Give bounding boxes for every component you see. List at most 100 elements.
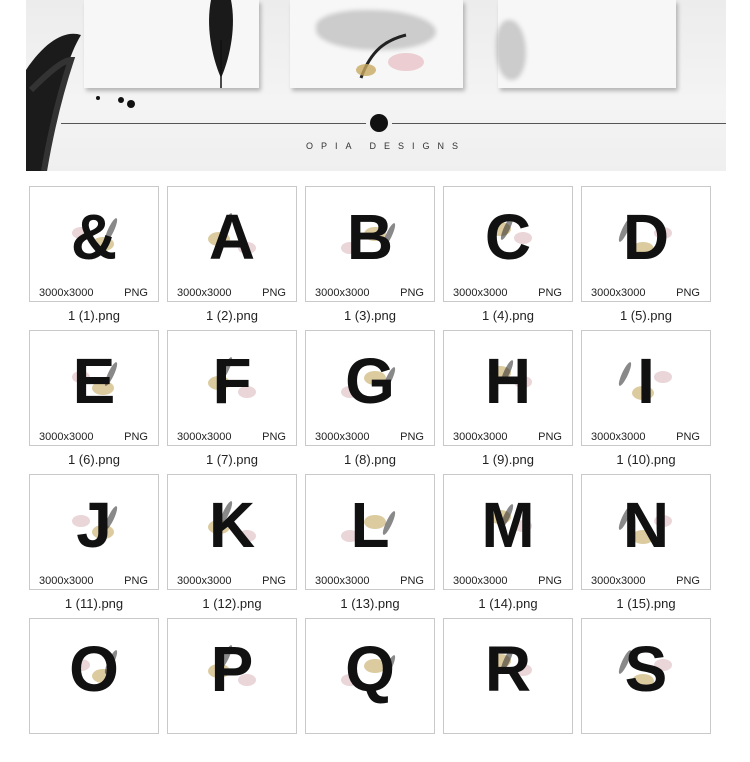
file-thumbnail[interactable]: E 3000x3000 PNG [29,330,159,446]
file-item[interactable]: M 3000x3000 PNG 1 (14).png [443,474,573,618]
file-thumbnail[interactable]: P [167,618,297,734]
file-item[interactable]: B 3000x3000 PNG 1 (3).png [305,186,435,330]
file-item[interactable]: J 3000x3000 PNG 1 (11).png [29,474,159,618]
thumbnail-letter: K [208,489,256,561]
file-thumbnail[interactable]: N 3000x3000 PNG [581,474,711,590]
image-format: PNG [676,575,700,587]
file-name[interactable]: 1 (12).png [167,596,297,611]
file-thumbnail[interactable]: G 3000x3000 PNG [305,330,435,446]
image-format: PNG [400,431,424,443]
image-dimensions: 3000x3000 [39,431,94,443]
image-format: PNG [538,287,562,299]
file-name[interactable]: 1 (4).png [443,308,573,323]
image-dimensions: 3000x3000 [177,287,232,299]
file-name[interactable]: 1 (2).png [167,308,297,323]
file-item[interactable]: N 3000x3000 PNG 1 (15).png [581,474,711,618]
thumbnail-letter: A [208,201,256,273]
thumbnail-letter: B [346,201,394,273]
thumbnail-letter: C [484,201,532,273]
image-format: PNG [538,431,562,443]
file-name[interactable]: 1 (15).png [581,596,711,611]
image-dimensions: 3000x3000 [39,287,94,299]
file-item[interactable]: & 3000x3000 PNG 1 (1).png [29,186,159,330]
thumbnail-letter: L [350,489,390,561]
file-item[interactable]: R [443,618,573,762]
image-dimensions: 3000x3000 [315,431,370,443]
file-item[interactable]: S [581,618,711,762]
image-dimensions: 3000x3000 [315,287,370,299]
file-item[interactable]: A 3000x3000 PNG 1 (2).png [167,186,297,330]
file-name[interactable]: 1 (8).png [305,452,435,467]
file-thumbnail[interactable]: S [581,618,711,734]
file-item[interactable]: E 3000x3000 PNG 1 (6).png [29,330,159,474]
file-thumbnail[interactable]: I 3000x3000 PNG [581,330,711,446]
file-item[interactable]: O [29,618,159,762]
file-name[interactable]: 1 (9).png [443,452,573,467]
thumbnail-letter: N [622,489,670,561]
file-item[interactable]: K 3000x3000 PNG 1 (12).png [167,474,297,618]
thumbnail-letter: H [484,345,532,417]
file-name[interactable]: 1 (1).png [29,308,159,323]
file-thumbnail[interactable]: R [443,618,573,734]
image-dimensions: 3000x3000 [453,431,508,443]
file-thumbnail[interactable]: M 3000x3000 PNG [443,474,573,590]
file-thumbnail[interactable]: B 3000x3000 PNG [305,186,435,302]
banner-divider-left [61,123,366,124]
banner-center-dot [370,114,388,132]
image-format: PNG [676,431,700,443]
file-item[interactable]: H 3000x3000 PNG 1 (9).png [443,330,573,474]
thumbnail-letter: & [70,201,118,273]
file-thumbnail[interactable]: C 3000x3000 PNG [443,186,573,302]
file-item[interactable]: C 3000x3000 PNG 1 (4).png [443,186,573,330]
thumbnail-letter: E [72,345,116,417]
thumbnail-letter: I [637,345,655,417]
thumbnail-letter: Q [345,633,395,705]
file-thumbnail[interactable]: L 3000x3000 PNG [305,474,435,590]
image-dimensions: 3000x3000 [591,575,646,587]
file-thumbnail[interactable]: F 3000x3000 PNG [167,330,297,446]
image-format: PNG [124,431,148,443]
file-thumbnail[interactable]: A 3000x3000 PNG [167,186,297,302]
image-dimensions: 3000x3000 [177,431,232,443]
file-name[interactable]: 1 (6).png [29,452,159,467]
file-item[interactable]: F 3000x3000 PNG 1 (7).png [167,330,297,474]
thumbnail-letter: G [345,345,395,417]
file-thumbnail[interactable]: H 3000x3000 PNG [443,330,573,446]
file-item[interactable]: G 3000x3000 PNG 1 (8).png [305,330,435,474]
file-item[interactable]: D 3000x3000 PNG 1 (5).png [581,186,711,330]
file-thumbnail[interactable]: J 3000x3000 PNG [29,474,159,590]
file-item[interactable]: Q [305,618,435,762]
image-dimensions: 3000x3000 [591,287,646,299]
image-dimensions: 3000x3000 [39,575,94,587]
thumbnail-letter: F [212,345,252,417]
file-name[interactable]: 1 (5).png [581,308,711,323]
image-dimensions: 3000x3000 [591,431,646,443]
file-item[interactable]: I 3000x3000 PNG 1 (10).png [581,330,711,474]
file-thumbnail[interactable]: D 3000x3000 PNG [581,186,711,302]
image-format: PNG [262,431,286,443]
file-thumbnail[interactable]: O [29,618,159,734]
image-format: PNG [262,287,286,299]
file-thumbnail[interactable]: Q [305,618,435,734]
file-name[interactable]: 1 (14).png [443,596,573,611]
image-format: PNG [400,575,424,587]
image-format: PNG [400,287,424,299]
file-name[interactable]: 1 (7).png [167,452,297,467]
image-dimensions: 3000x3000 [453,287,508,299]
image-format: PNG [262,575,286,587]
image-dimensions: 3000x3000 [453,575,508,587]
file-item[interactable]: P [167,618,297,762]
file-name[interactable]: 1 (11).png [29,596,159,611]
brand-name: OPIA DESIGNS [305,141,467,151]
file-item[interactable]: L 3000x3000 PNG 1 (13).png [305,474,435,618]
file-thumbnail[interactable]: K 3000x3000 PNG [167,474,297,590]
thumbnail-letter: R [484,633,532,705]
image-dimensions: 3000x3000 [177,575,232,587]
file-thumbnail[interactable]: & 3000x3000 PNG [29,186,159,302]
file-name[interactable]: 1 (3).png [305,308,435,323]
thumbnail-letter: M [481,489,535,561]
file-name[interactable]: 1 (10).png [581,452,711,467]
thumbnail-letter: J [76,489,112,561]
thumbnail-letter: P [210,633,254,705]
file-name[interactable]: 1 (13).png [305,596,435,611]
